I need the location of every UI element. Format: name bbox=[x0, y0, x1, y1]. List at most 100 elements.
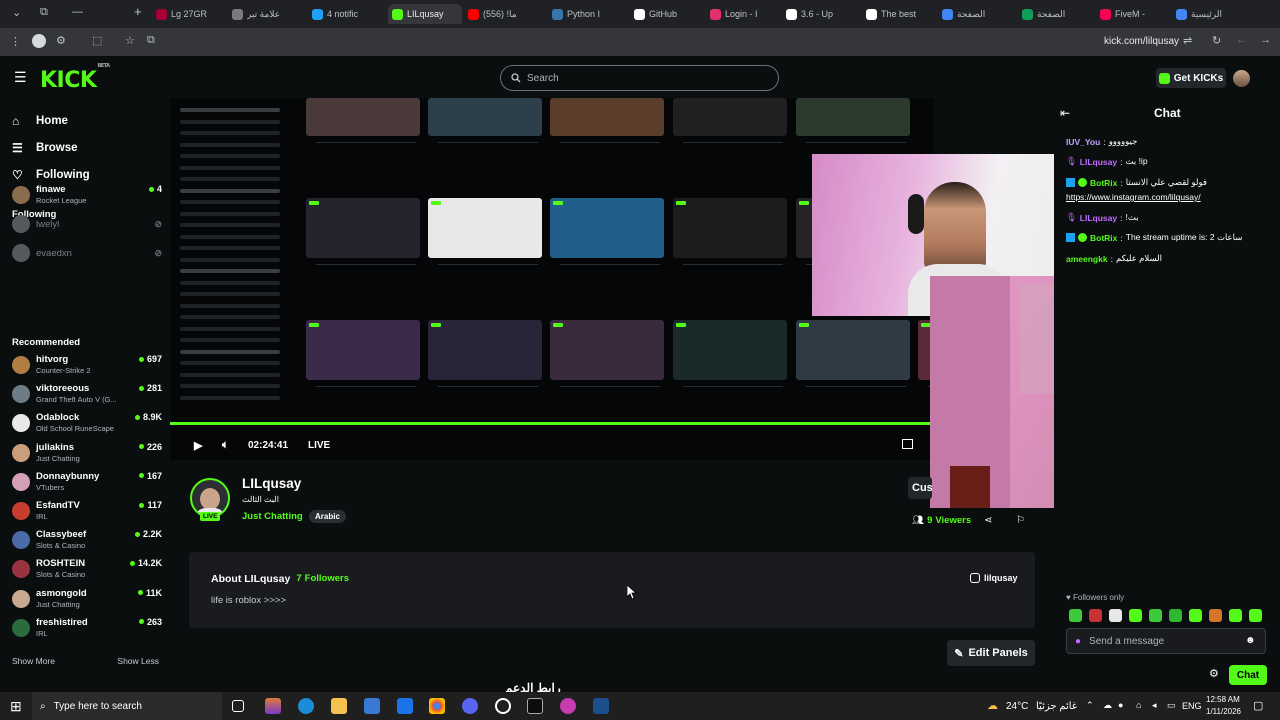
language-tag[interactable]: Arabic bbox=[309, 510, 346, 523]
tab-search-icon[interactable]: ⌄ bbox=[12, 6, 21, 19]
new-tab-button[interactable]: + bbox=[134, 4, 142, 19]
browser-tab[interactable]: (556) !ما bbox=[464, 4, 538, 24]
sidebar-channel[interactable]: Donnaybunny VTubers 167 bbox=[12, 470, 162, 498]
browser-tab[interactable]: LILqusay bbox=[388, 4, 462, 24]
forward-icon[interactable]: ← bbox=[1236, 34, 1247, 46]
get-kicks-button[interactable]: Get KICKs bbox=[1156, 68, 1226, 88]
terminal-icon[interactable] bbox=[527, 698, 543, 714]
emote-icon[interactable] bbox=[1109, 609, 1122, 622]
browser-tab[interactable]: GitHub bbox=[630, 4, 704, 24]
emote-icon[interactable] bbox=[1209, 609, 1222, 622]
user-avatar[interactable] bbox=[1233, 70, 1250, 87]
sidebar-nav-following[interactable]: ♡ Following bbox=[12, 168, 90, 182]
chat-username[interactable]: BotRix bbox=[1090, 233, 1117, 243]
instagram-link[interactable]: lilqusay bbox=[970, 573, 1018, 583]
extensions-icon[interactable]: ⬚ bbox=[92, 34, 102, 47]
chat-username[interactable]: IUV_You bbox=[1066, 137, 1100, 147]
browser-tab[interactable]: الصفحة bbox=[1018, 4, 1092, 24]
sidebar-channel[interactable]: finawe Rocket League 4 bbox=[12, 183, 162, 211]
emote-icon[interactable] bbox=[1169, 609, 1182, 622]
sidebar-nav-browse[interactable]: ☰ Browse bbox=[12, 141, 78, 155]
browser-tab[interactable]: Python I bbox=[548, 4, 622, 24]
restore-icon[interactable]: ⧉ bbox=[40, 6, 48, 19]
hamburger-menu-icon[interactable]: ☰ bbox=[14, 69, 27, 86]
emote-icon[interactable] bbox=[1089, 609, 1102, 622]
chat-settings-gear-icon[interactable]: ⚙ bbox=[1209, 667, 1219, 680]
sidebar-channel[interactable]: Classybeef Slots & Casino 2.2K bbox=[12, 528, 162, 556]
steam-icon[interactable] bbox=[593, 698, 609, 714]
back-icon[interactable]: → bbox=[1260, 34, 1271, 46]
copilot-icon[interactable] bbox=[265, 698, 281, 714]
windows-start-icon[interactable]: ⊞ bbox=[10, 698, 22, 715]
github-desktop-icon[interactable] bbox=[495, 698, 511, 714]
clock-time[interactable]: 12:58 AM bbox=[1206, 695, 1240, 704]
network-icon[interactable]: ⌂ bbox=[1136, 700, 1141, 710]
chat-username[interactable]: LILqusay bbox=[1080, 213, 1117, 223]
url-text[interactable]: kick.com/lilqusay bbox=[1104, 36, 1179, 47]
sidebar-channel[interactable]: Odablock Old School RuneScape 8.9K bbox=[12, 411, 162, 439]
edge-icon[interactable] bbox=[298, 698, 314, 714]
file-explorer-icon[interactable] bbox=[331, 698, 347, 714]
emote-icon[interactable] bbox=[1189, 609, 1202, 622]
chat-link[interactable]: https://www.instagram.com/lilqusay/ bbox=[1066, 192, 1201, 202]
streamer-name[interactable]: LILqusay bbox=[242, 476, 301, 491]
collapse-chat-icon[interactable]: ⇤ bbox=[1060, 106, 1070, 120]
sidebar-channel[interactable]: juliakins Just Chatting 226 bbox=[12, 441, 162, 469]
menu-dots-icon[interactable]: ⋮ bbox=[10, 35, 21, 48]
taskbar-search[interactable]: ⌕ Type here to search bbox=[32, 692, 222, 720]
sidebar-nav-home[interactable]: ⌂ Home bbox=[12, 114, 68, 128]
share-icon[interactable]: ⧉ bbox=[147, 34, 155, 47]
language-indicator[interactable]: ENG bbox=[1182, 701, 1202, 711]
chat-username[interactable]: BotRix bbox=[1090, 178, 1117, 188]
sidebar-channel[interactable]: ROSHTEIN Slots & Casino 14.2K bbox=[12, 557, 162, 585]
browser-tab[interactable]: 4 notific bbox=[308, 4, 382, 24]
chrome-icon[interactable] bbox=[429, 698, 445, 714]
customize-button[interactable]: Cus bbox=[908, 477, 932, 499]
play-icon[interactable]: ▶ bbox=[194, 439, 202, 452]
moderator-icon[interactable]: ⚐ bbox=[1016, 515, 1025, 526]
volume-icon[interactable]: ◂ bbox=[1152, 700, 1157, 711]
store-icon[interactable] bbox=[364, 698, 380, 714]
show-less-button[interactable]: Show Less bbox=[117, 656, 159, 666]
clock-date[interactable]: 1/11/2026 bbox=[1206, 707, 1241, 716]
bookmark-star-icon[interactable]: ☆ bbox=[125, 34, 135, 47]
browser-tab[interactable]: Login - I bbox=[706, 4, 780, 24]
sidebar-channel[interactable]: freshistired IRL 263 bbox=[12, 616, 162, 644]
chat-username[interactable]: LILqusay bbox=[1080, 157, 1117, 167]
emote-icon[interactable] bbox=[1229, 609, 1242, 622]
category-link[interactable]: Just Chatting bbox=[242, 511, 303, 522]
sidebar-channel[interactable]: EsfandTV IRL 117 bbox=[12, 499, 162, 527]
sidebar-channel[interactable]: viktoreeous Grand Theft Auto V (G... 281 bbox=[12, 382, 162, 410]
emote-icon[interactable] bbox=[1249, 609, 1262, 622]
sidebar-channel[interactable]: lwelyl ⊘ bbox=[12, 212, 162, 240]
emoji-icon[interactable]: ☻ bbox=[1245, 635, 1256, 646]
volume-icon[interactable]: 🔈︎ bbox=[222, 439, 229, 452]
edit-panels-button[interactable]: ✎ Edit Panels bbox=[947, 640, 1035, 666]
sidebar-channel[interactable]: evaedxn ⊘ bbox=[12, 241, 162, 269]
chat-username[interactable]: ameengkk bbox=[1066, 254, 1108, 264]
task-view-icon[interactable] bbox=[232, 700, 244, 712]
kick-logo[interactable]: KICKBETA bbox=[40, 63, 110, 93]
search-input[interactable]: Search bbox=[500, 65, 779, 91]
chat-message-input[interactable]: ● Send a message ☻ bbox=[1066, 628, 1266, 654]
browser-tab[interactable]: الرئيسية bbox=[1172, 4, 1246, 24]
discord-icon[interactable] bbox=[462, 698, 478, 714]
emote-icon[interactable] bbox=[1129, 609, 1142, 622]
share-icon[interactable]: ⋖ bbox=[984, 515, 992, 526]
tray-mic-icon[interactable]: ● bbox=[1118, 700, 1123, 710]
sidebar-channel[interactable]: hitvorg Counter-Strike 2 697 bbox=[12, 353, 162, 381]
obs-icon[interactable] bbox=[560, 698, 576, 714]
browser-tab[interactable]: 3.6 - Up bbox=[782, 4, 856, 24]
emote-icon[interactable] bbox=[1069, 609, 1082, 622]
profile-icon[interactable] bbox=[32, 34, 46, 48]
browser-tab[interactable]: الصفحة bbox=[938, 4, 1012, 24]
sidebar-channel[interactable]: asmongold Just Chatting 11K bbox=[12, 587, 162, 615]
minimize-icon[interactable]: — bbox=[72, 6, 83, 18]
fullscreen-icon[interactable] bbox=[902, 439, 913, 449]
browser-tab[interactable]: The best bbox=[862, 4, 936, 24]
mail-icon[interactable] bbox=[397, 698, 413, 714]
settings-icon[interactable]: ⚙ bbox=[56, 34, 66, 47]
battery-icon[interactable]: ▭ bbox=[1167, 700, 1176, 711]
tray-cloud-icon[interactable]: ☁ bbox=[1103, 700, 1112, 711]
notification-icon[interactable]: ▢ bbox=[1253, 699, 1263, 712]
